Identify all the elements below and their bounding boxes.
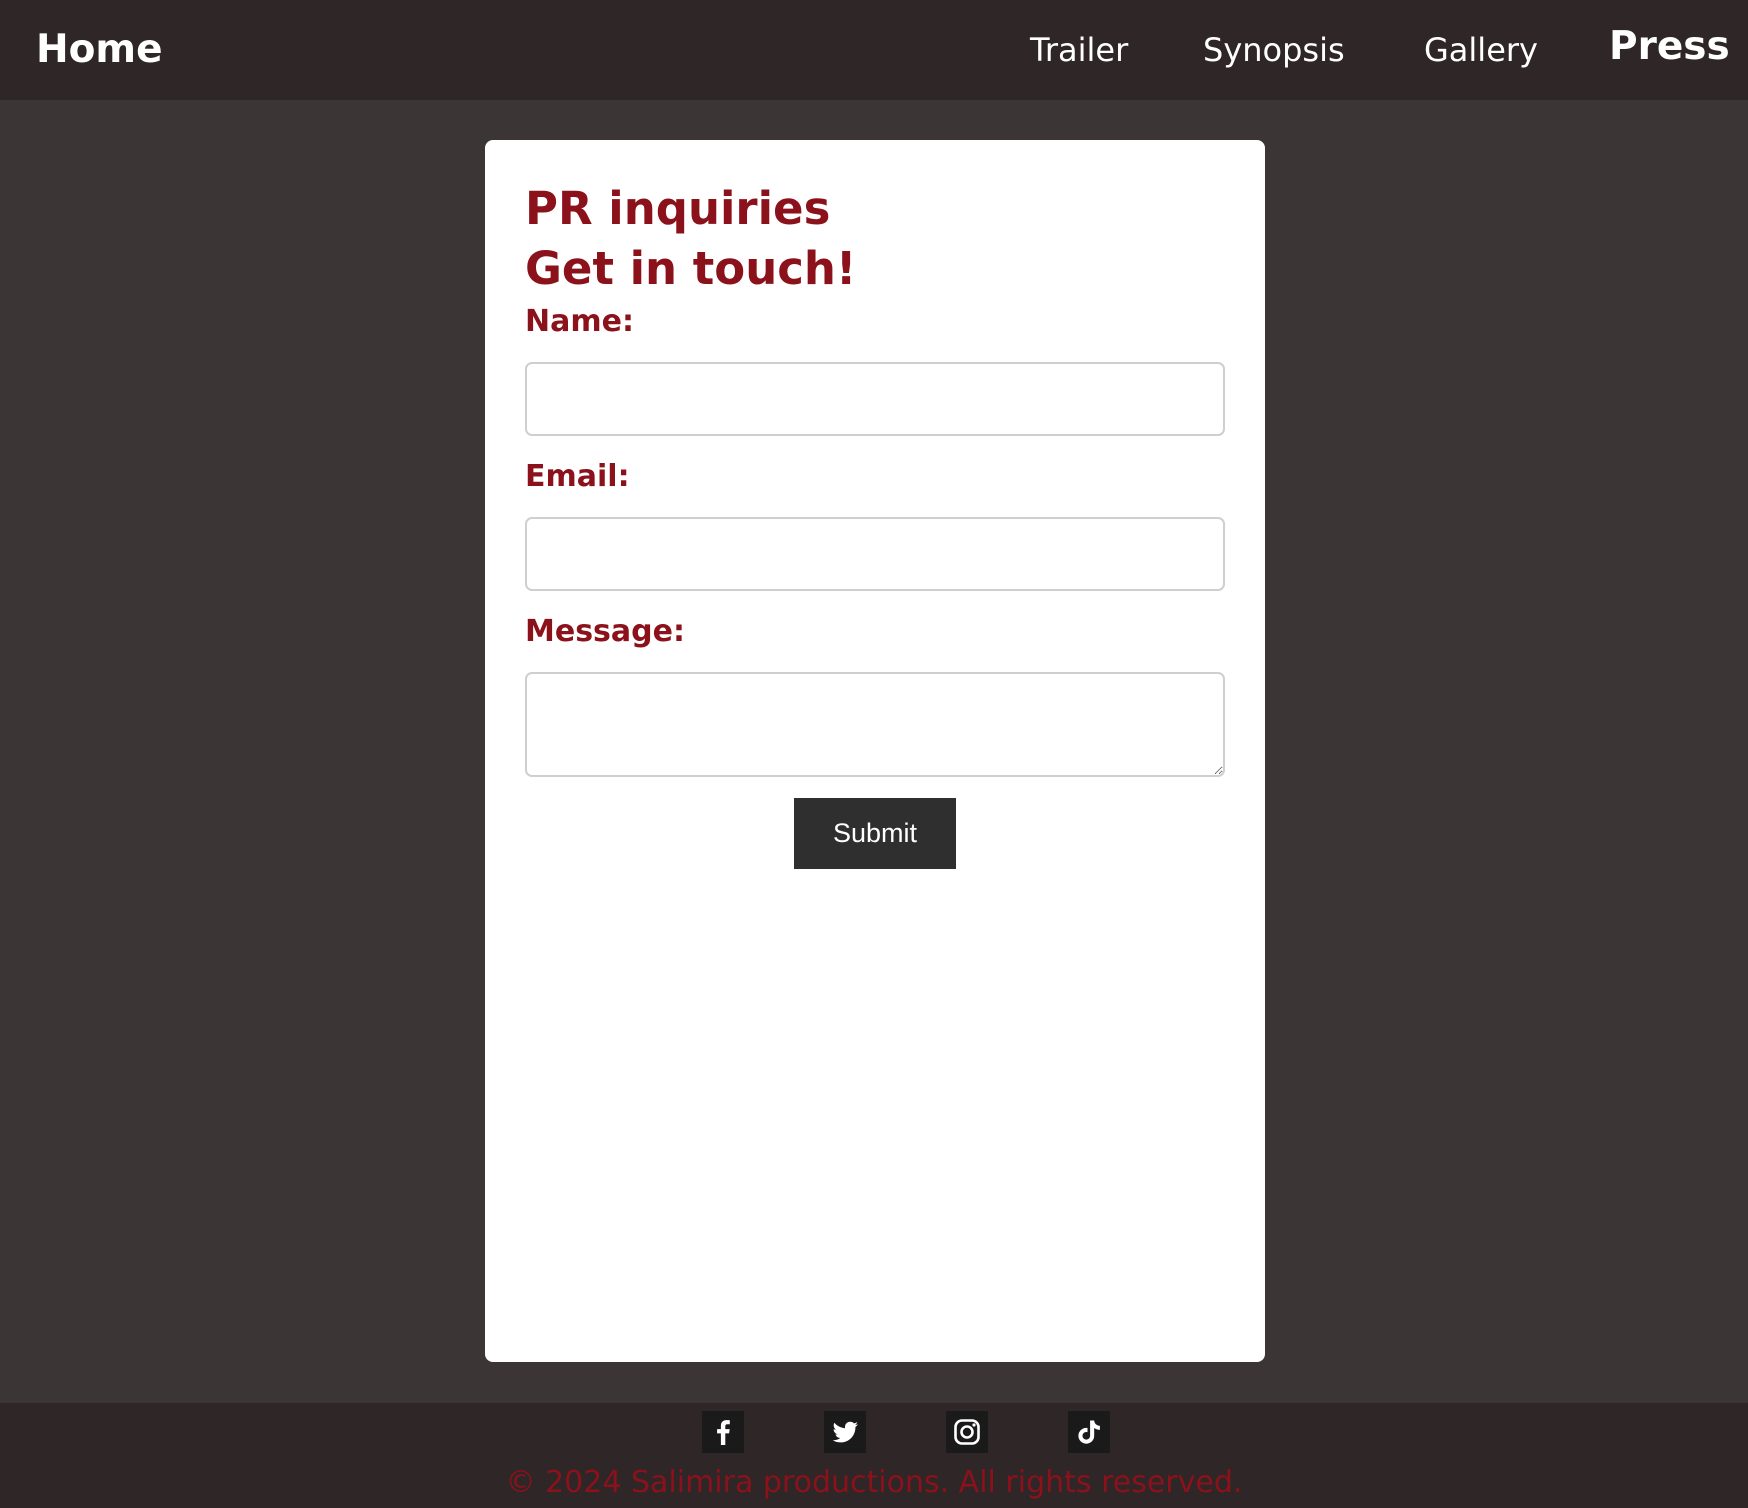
form-subtitle: Get in touch! [525, 242, 857, 295]
name-input[interactable] [525, 362, 1225, 436]
nav-home-link[interactable]: Home [36, 24, 163, 76]
submit-button[interactable]: Submit [794, 798, 956, 869]
facebook-icon[interactable] [702, 1411, 744, 1453]
email-input[interactable] [525, 517, 1225, 591]
name-label: Name: [525, 304, 634, 339]
message-label: Message: [525, 614, 685, 649]
tiktok-icon[interactable] [1068, 1411, 1110, 1453]
top-navbar: Home Trailer Synopsis Gallery Press [0, 0, 1748, 100]
message-textarea[interactable] [525, 672, 1225, 777]
instagram-icon[interactable] [946, 1411, 988, 1453]
email-label: Email: [525, 459, 630, 494]
twitter-icon[interactable] [824, 1411, 866, 1453]
nav-link-press[interactable]: Press [1609, 23, 1730, 71]
form-title: PR inquiries [525, 182, 831, 235]
nav-link-gallery[interactable]: Gallery [1424, 26, 1538, 74]
nav-link-synopsis[interactable]: Synopsis [1203, 26, 1345, 74]
contact-form-card: PR inquiries Get in touch! Name: Email: … [485, 140, 1265, 1362]
nav-link-trailer[interactable]: Trailer [1030, 26, 1128, 74]
copyright-text: © 2024 Salimira productions. All rights … [505, 1465, 1243, 1500]
page-footer: © 2024 Salimira productions. All rights … [0, 1403, 1748, 1508]
